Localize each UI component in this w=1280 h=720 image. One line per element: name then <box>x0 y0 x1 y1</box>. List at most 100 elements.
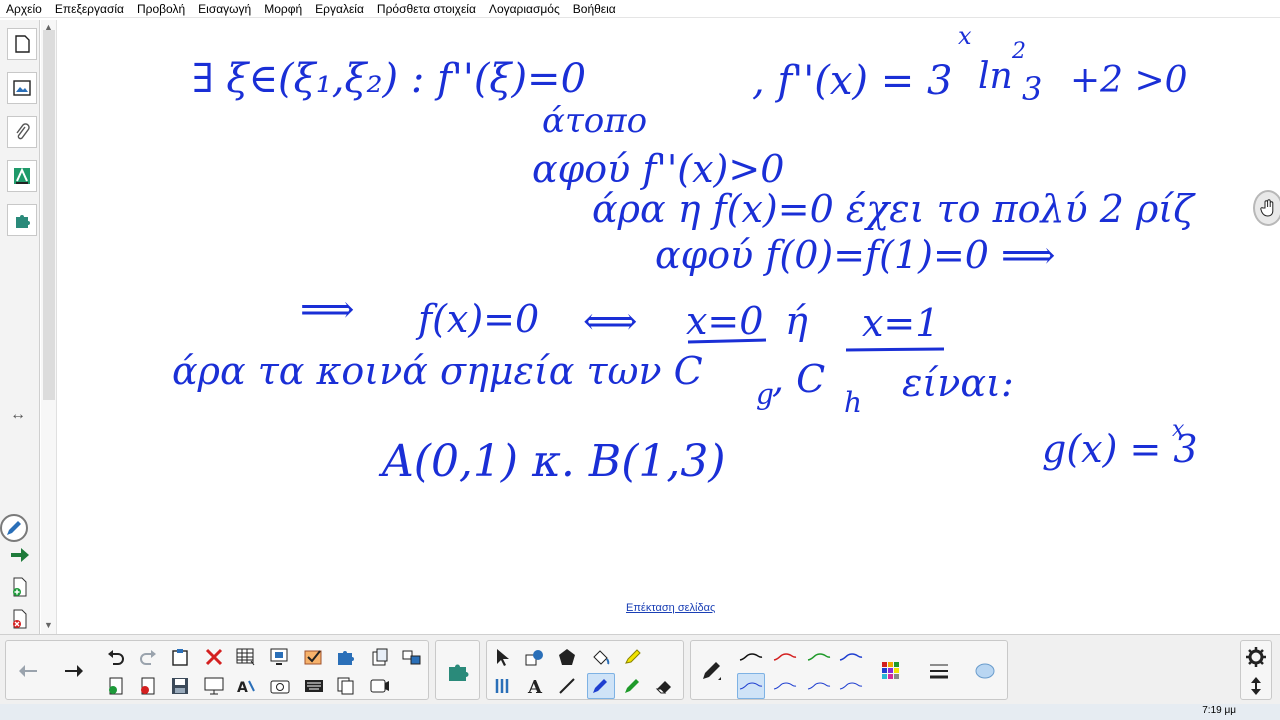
properties-icon <box>14 167 30 184</box>
attachments-tab[interactable] <box>7 116 37 148</box>
pen-blue-swatch-4[interactable] <box>837 673 865 699</box>
pen-icon <box>7 521 21 535</box>
menu-bar: Αρχείο Επεξεργασία Προβολή Εισαγωγή Μορφ… <box>0 0 1280 18</box>
hw-line1-ln-power: 2 <box>1011 39 1026 64</box>
forward-button[interactable] <box>60 658 88 684</box>
hw-line6-iff: ⟺ <box>583 299 637 343</box>
addons-toolbar-button[interactable] <box>444 658 472 684</box>
text-icon: A <box>527 677 543 695</box>
record-button[interactable] <box>366 673 394 699</box>
measurement-tool[interactable] <box>489 673 517 699</box>
pen-tool[interactable] <box>587 673 615 699</box>
settings-button[interactable] <box>1242 644 1270 670</box>
text-format-button[interactable]: A <box>232 673 260 699</box>
hand-icon <box>1260 199 1274 217</box>
record-icon <box>370 679 389 693</box>
hw-line6-a: f(x)=0 <box>415 297 539 341</box>
camera-icon <box>270 680 290 694</box>
taskbar-clock: 7:19 μμ <box>1202 705 1236 716</box>
pen-blue-swatch[interactable] <box>837 644 865 670</box>
line-width-icon <box>930 664 948 679</box>
menu-addons[interactable]: Πρόσθετα στοιχεία <box>377 2 476 16</box>
menu-insert[interactable]: Εισαγωγή <box>198 2 251 16</box>
delete-page-icon <box>13 609 27 629</box>
documents-icon <box>337 677 354 695</box>
screen-capture-button[interactable] <box>266 644 294 670</box>
fill-tool[interactable] <box>587 644 615 670</box>
camera-button[interactable] <box>266 673 294 699</box>
response-button[interactable] <box>300 644 328 670</box>
select-tool[interactable] <box>489 644 517 670</box>
addons-button[interactable] <box>332 644 360 670</box>
color-palette-button[interactable] <box>877 658 905 684</box>
menu-edit[interactable]: Επεξεργασία <box>55 2 124 16</box>
page-sorter-tab[interactable] <box>7 28 37 60</box>
cursor-hand-icon <box>1253 190 1280 226</box>
whiteboard-canvas[interactable]: ∃ ξ∈(ξ₁,ξ₂) : f''(ξ)=0 , f''(x) = 3 x ln… <box>41 20 1280 634</box>
properties-tab[interactable] <box>7 160 37 192</box>
insert-page-button[interactable] <box>102 673 130 699</box>
fill-effects-button[interactable] <box>971 658 999 684</box>
pen-red-swatch[interactable] <box>771 644 799 670</box>
hw-line7: άρα τα κοινά σημεία των C <box>172 349 703 393</box>
undo-icon <box>108 650 124 665</box>
eraser-tool[interactable] <box>651 673 679 699</box>
clear-page-button[interactable] <box>366 644 394 670</box>
pen-style-icon <box>703 662 721 680</box>
scroll-thumb[interactable] <box>43 30 55 400</box>
undo-button[interactable] <box>102 644 130 670</box>
move-toolbar-button[interactable] <box>1242 673 1270 699</box>
pen-blue-swatch-3[interactable] <box>805 673 833 699</box>
menu-format[interactable]: Μορφή <box>264 2 302 16</box>
keyboard-button[interactable] <box>300 673 328 699</box>
line-tool[interactable] <box>553 673 581 699</box>
collapse-sidebar-icon[interactable]: ↔ <box>10 406 26 424</box>
delete-button[interactable] <box>200 644 228 670</box>
hw-line2: άτοπο <box>542 101 647 141</box>
hw-line6-c: x=1 <box>862 301 939 345</box>
vertical-scrollbar[interactable]: ▲ ▼ <box>41 20 57 634</box>
menu-file[interactable]: Αρχείο <box>6 2 42 16</box>
pen-tool-shortcut[interactable] <box>0 514 28 542</box>
remove-page-button[interactable] <box>134 673 162 699</box>
addons-tab[interactable] <box>7 204 37 236</box>
paste-button[interactable] <box>166 644 194 670</box>
back-button[interactable] <box>14 658 42 684</box>
attachments-icon <box>16 123 30 140</box>
documents-button[interactable] <box>332 673 360 699</box>
line-width-button[interactable] <box>925 658 953 684</box>
pen-black-line-icon <box>739 653 763 661</box>
remove-page-icon <box>141 677 155 695</box>
menu-view[interactable]: Προβολή <box>137 2 185 16</box>
os-taskbar: 7:19 μμ <box>0 704 1280 720</box>
svg-text:A: A <box>237 680 248 695</box>
page-sorter-icon <box>15 35 30 53</box>
pen-black-swatch[interactable] <box>737 644 765 670</box>
save-button[interactable] <box>166 673 194 699</box>
delete-page-shortcut[interactable] <box>8 608 32 630</box>
text-tool[interactable]: A <box>521 673 549 699</box>
table-button[interactable] <box>232 644 260 670</box>
menu-help[interactable]: Βοήθεια <box>573 2 616 16</box>
polygon-tool[interactable] <box>553 644 581 670</box>
eraser-icon <box>655 681 671 694</box>
pen-blue-thin-swatch[interactable] <box>737 673 765 699</box>
pen-green-swatch[interactable] <box>805 644 833 670</box>
display-button[interactable] <box>200 673 228 699</box>
handwriting-layer: ∃ ξ∈(ξ₁,ξ₂) : f''(ξ)=0 , f''(x) = 3 x ln… <box>172 22 1198 487</box>
redo-button[interactable] <box>134 644 162 670</box>
add-page-shortcut[interactable] <box>8 576 32 598</box>
menu-account[interactable]: Λογαριασμός <box>489 2 560 16</box>
menu-tools[interactable]: Εργαλεία <box>315 2 364 16</box>
extend-page-link[interactable]: Επέκταση σελίδας <box>626 602 715 614</box>
hw-line1-tail: +2 >0 <box>1070 60 1188 101</box>
creative-pen-tool[interactable] <box>619 673 647 699</box>
highlighter-tool[interactable] <box>619 644 647 670</box>
view-screens-button[interactable] <box>398 644 426 670</box>
next-page-shortcut[interactable] <box>8 544 32 566</box>
scroll-down-icon[interactable]: ▼ <box>44 620 53 630</box>
pen-blue-swatch-2[interactable] <box>771 673 799 699</box>
gallery-tab[interactable] <box>7 72 37 104</box>
pen-style-button[interactable] <box>697 658 725 684</box>
shapes-tool[interactable] <box>521 644 549 670</box>
